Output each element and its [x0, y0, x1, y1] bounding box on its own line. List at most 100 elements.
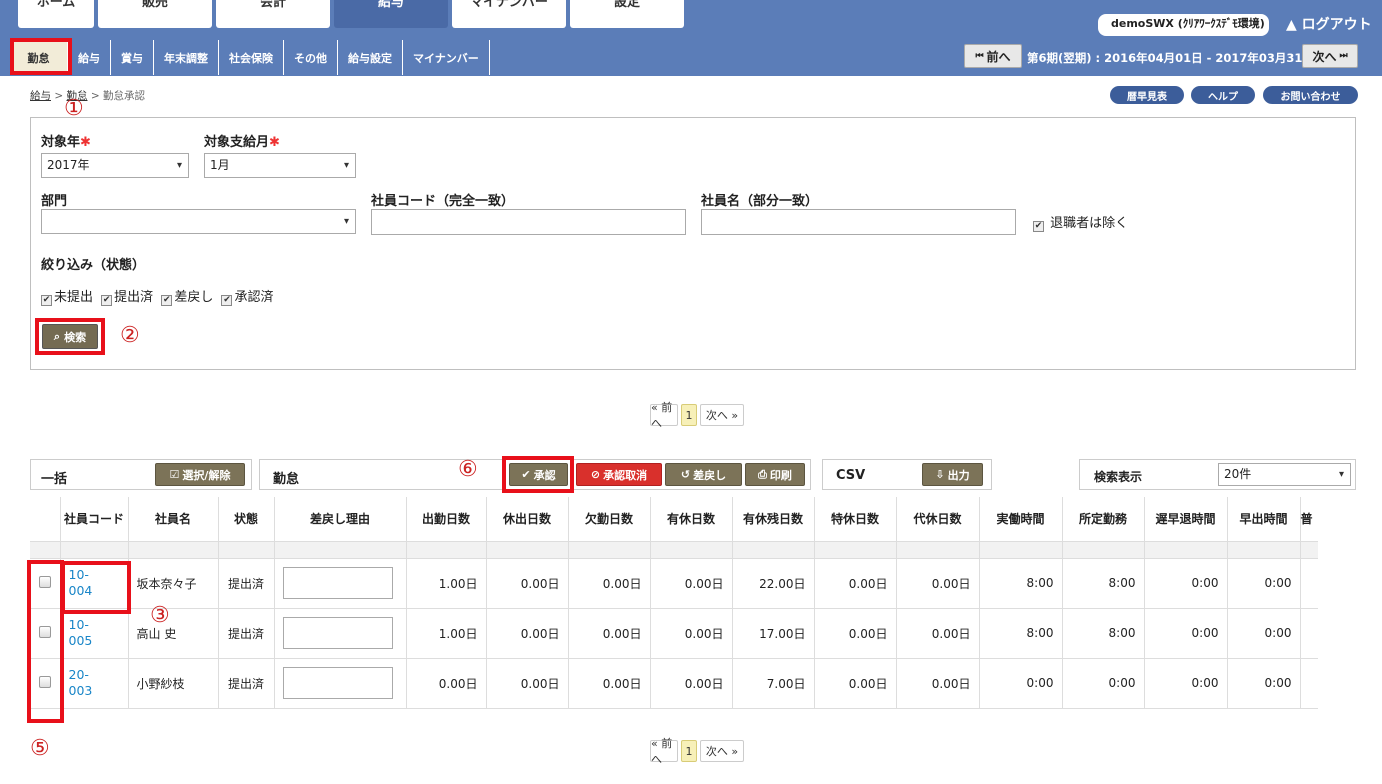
checkbox-checked-icon: ✔	[161, 295, 173, 306]
calendar-button[interactable]: 暦早見表	[1110, 86, 1184, 104]
send-back-button[interactable]: ↺ 差戻し	[665, 463, 742, 486]
employee-code-label: 社員コード（完全一致）	[371, 194, 515, 209]
exclude-retired-checkbox[interactable]: ✔ 退職者は除く	[1033, 212, 1128, 232]
print-button[interactable]: ⎙ 印刷	[745, 463, 805, 486]
paid-leave-remaining-cell: 22.00日	[731, 558, 814, 609]
status-unsubmitted-checkbox[interactable]: ✔ 未提出	[41, 290, 93, 306]
pager-prev[interactable]: « 前へ	[650, 401, 678, 430]
table-row: 10- 005 高山 史 提出済 1.00日 0.00日 0.00日 0.00日 …	[30, 608, 1318, 659]
logout-link[interactable]: ▲ ログアウト	[1286, 14, 1372, 34]
search-button[interactable]: ⌕ 検索	[42, 324, 98, 349]
early-start-cell: 0:00	[1226, 608, 1300, 659]
paid-leave-cell: 0.00日	[649, 608, 732, 659]
subtab-other[interactable]: その他	[284, 40, 338, 75]
user-icon: ▲	[1286, 17, 1297, 33]
filter-panel: 対象年✱ 対象支給月✱ 2017年 1月 部門 社員コード（完全一致） 社員名（…	[30, 117, 1356, 370]
absent-cell: 0.00日	[567, 658, 650, 709]
col-late-early: 遅早退時間	[1143, 497, 1227, 542]
early-start-cell: 0:00	[1226, 658, 1300, 709]
skip-forward-icon: ⏭	[1339, 51, 1348, 61]
subtab-year-end[interactable]: 年末調整	[154, 40, 219, 75]
pager-next[interactable]: 次へ »	[700, 404, 744, 426]
select-toggle-button[interactable]: ☑ 選択/解除	[155, 463, 245, 486]
search-icon: ⌕	[53, 329, 61, 343]
annotation-5: ⑤	[30, 736, 50, 761]
tab-mynumber[interactable]: マイナンバー	[452, 0, 566, 28]
breadcrumb: 給与 > 勤怠 > 勤怠承認	[30, 90, 145, 102]
col-holiday-work: 休出日数	[485, 497, 568, 542]
annotation-6: ⑥	[458, 457, 478, 482]
tab-home[interactable]: ホーム	[18, 0, 94, 28]
employee-name: 小野紗枝	[127, 658, 218, 709]
col-checkbox	[30, 497, 60, 542]
pager-top: « 前へ 1 次へ »	[650, 401, 744, 430]
row-checkbox[interactable]	[38, 575, 51, 588]
employee-code-link[interactable]: 10- 005	[69, 617, 120, 649]
col-status: 状態	[217, 497, 274, 542]
status-approved-checkbox[interactable]: ✔ 承認済	[221, 290, 273, 306]
tab-sales[interactable]: 販売	[98, 0, 212, 28]
page-size-select[interactable]: 20件	[1218, 463, 1351, 486]
sendback-reason-input[interactable]	[282, 567, 393, 599]
year-select[interactable]: 2017年	[41, 153, 189, 178]
tab-payroll[interactable]: 給与	[334, 0, 448, 28]
pager-page-1[interactable]: 1	[681, 404, 697, 426]
employee-name-label: 社員名（部分一致）	[701, 194, 819, 209]
status-cell: 提出済	[217, 558, 274, 609]
export-button[interactable]: ⇩ 出力	[922, 463, 983, 486]
employee-code-link[interactable]: 20- 003	[69, 667, 120, 699]
pager-next[interactable]: 次へ »	[700, 740, 744, 762]
col-scheduled: 所定勤務	[1061, 497, 1144, 542]
actual-hours-cell: 0:00	[978, 658, 1062, 709]
period-text: 第6期(翌期) : 2016年04月01日 - 2017年03月31日	[1027, 51, 1314, 65]
early-start-cell: 0:00	[1226, 558, 1300, 609]
work-days-cell: 1.00日	[405, 558, 486, 609]
user-account-label[interactable]: demoSWX (ｸﾘｱﾜｰｸｽﾃﾞﾓ環境)	[1098, 14, 1269, 36]
sub-tabs: 勤怠 給与 賞与 年末調整 社会保険 その他 給与設定 マイナンバー	[10, 40, 490, 75]
pager-page-1[interactable]: 1	[681, 740, 697, 762]
next-period-button[interactable]: 次へ ⏭	[1302, 44, 1358, 68]
employee-code-link[interactable]: 10- 004	[69, 567, 120, 599]
employee-name-input[interactable]	[701, 209, 1016, 235]
paid-leave-cell: 0.00日	[649, 558, 732, 609]
pager-bottom: « 前へ 1 次へ »	[650, 737, 744, 766]
tab-settings[interactable]: 設定	[570, 0, 684, 28]
cancel-approval-button[interactable]: ⊘ 承認取消	[576, 463, 662, 486]
pager-prev[interactable]: « 前へ	[650, 737, 678, 766]
help-button[interactable]: ヘルプ	[1191, 86, 1255, 104]
employee-name: 高山 史	[127, 608, 218, 659]
contact-button[interactable]: お問い合わせ	[1263, 86, 1358, 104]
breadcrumb-payroll[interactable]: 給与	[30, 90, 51, 102]
absent-cell: 0.00日	[567, 608, 650, 659]
sendback-reason-input[interactable]	[282, 667, 393, 699]
status-filter-group: ✔ 未提出 ✔ 提出済 ✔ 差戻し ✔ 承認済	[41, 286, 277, 306]
status-returned-checkbox[interactable]: ✔ 差戻し	[161, 290, 213, 306]
subtab-social-insurance[interactable]: 社会保険	[219, 40, 284, 75]
subtab-mynumber[interactable]: マイナンバー	[403, 40, 490, 75]
subtab-salary[interactable]: 給与	[68, 40, 111, 75]
month-select[interactable]: 1月	[204, 153, 356, 178]
month-label: 対象支給月✱	[204, 135, 280, 150]
late-early-cell: 0:00	[1143, 608, 1227, 659]
subtab-payroll-settings[interactable]: 給与設定	[338, 40, 403, 75]
paid-leave-remaining-cell: 7.00日	[731, 658, 814, 709]
dept-select[interactable]	[41, 209, 356, 234]
subtab-bonus[interactable]: 賞与	[111, 40, 154, 75]
row-checkbox[interactable]	[38, 675, 51, 688]
col-employee-code: 社員コード	[59, 497, 128, 542]
status-submitted-checkbox[interactable]: ✔ 提出済	[101, 290, 153, 306]
annotation-3: ③	[150, 603, 170, 628]
late-early-cell: 0:00	[1143, 658, 1227, 709]
approve-button[interactable]: ✔ 承認	[509, 463, 568, 486]
sendback-reason-input[interactable]	[282, 617, 393, 649]
annotation-2: ②	[120, 323, 140, 348]
row-checkbox[interactable]	[38, 625, 51, 638]
employee-code-input[interactable]	[371, 209, 686, 235]
checkbox-checked-icon: ✔	[41, 295, 52, 306]
prev-period-button[interactable]: ⏮ 前へ	[964, 44, 1022, 68]
subtab-attendance[interactable]: 勤怠	[10, 40, 68, 75]
table-spacer-row	[30, 541, 1318, 559]
table-row: 10- 004 坂本奈々子 提出済 1.00日 0.00日 0.00日 0.00日…	[30, 558, 1318, 609]
checkbox-checked-icon: ✔	[101, 295, 113, 306]
tab-accounting[interactable]: 会計	[216, 0, 330, 28]
